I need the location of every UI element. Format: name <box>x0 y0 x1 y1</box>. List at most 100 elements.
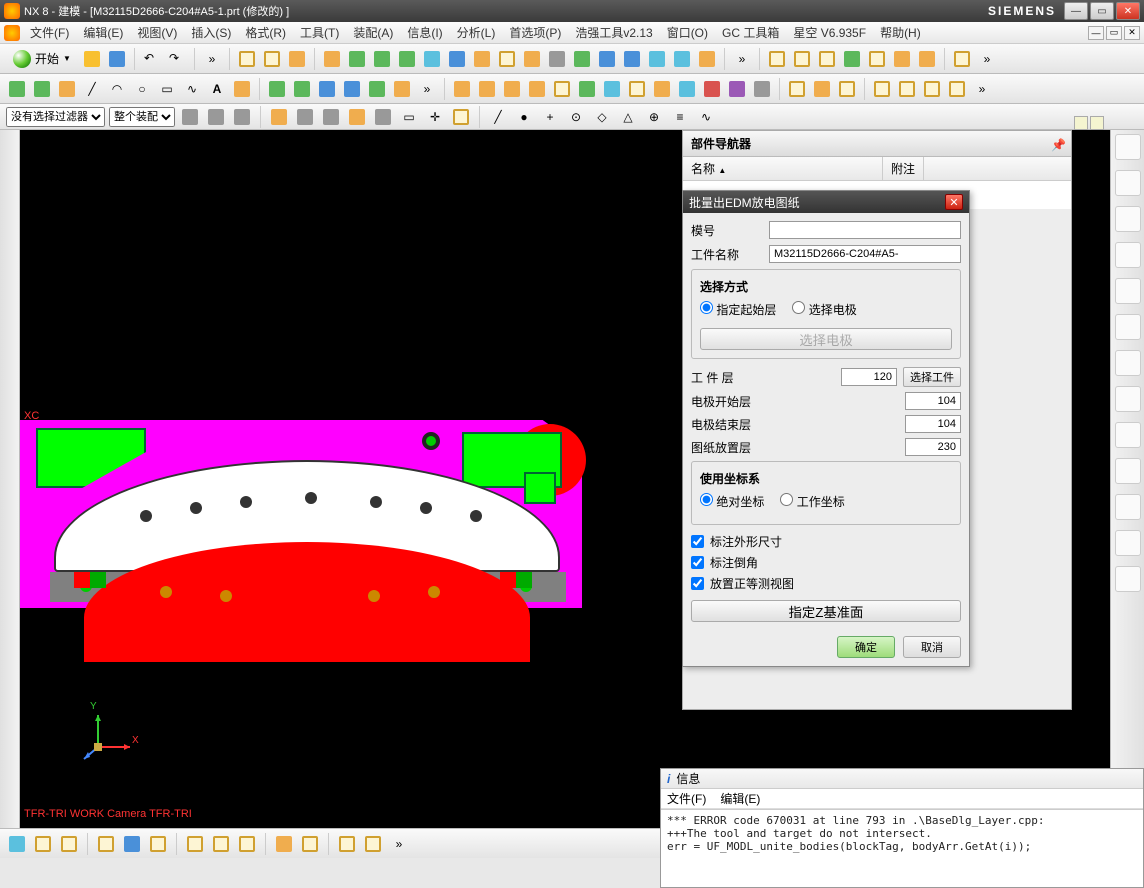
tool-b14[interactable] <box>646 48 668 70</box>
tool-a3[interactable] <box>286 48 308 70</box>
arc-button[interactable]: ◠ <box>106 78 128 100</box>
curve1-button[interactable] <box>266 78 288 100</box>
sel-tool-20[interactable]: ∿ <box>695 106 717 128</box>
rail-btn-10[interactable] <box>1115 458 1141 484</box>
resource-bar[interactable] <box>0 130 20 828</box>
menu-edit[interactable]: 编辑(E) <box>79 22 127 43</box>
model-no-input[interactable] <box>769 221 961 239</box>
sel-tool-6[interactable] <box>320 106 342 128</box>
tool-b6[interactable] <box>446 48 468 70</box>
solid2-button[interactable] <box>476 78 498 100</box>
bt-6[interactable] <box>147 833 169 855</box>
menu-file[interactable]: 文件(F) <box>26 22 73 43</box>
tool-b4[interactable] <box>396 48 418 70</box>
menu-format[interactable]: 格式(R) <box>241 22 290 43</box>
menu-insert[interactable]: 插入(S) <box>187 22 235 43</box>
tool-c6[interactable] <box>891 48 913 70</box>
sel-tool-18[interactable]: ⊕ <box>643 106 665 128</box>
sel-tool-3[interactable] <box>231 106 253 128</box>
sel-tool-15[interactable]: ⊙ <box>565 106 587 128</box>
solid1-button[interactable] <box>451 78 473 100</box>
radio-abs-coord[interactable]: 绝对坐标 <box>700 493 764 510</box>
feat2-button[interactable] <box>811 78 833 100</box>
sel-tool-2[interactable] <box>205 106 227 128</box>
mdi-restore-button[interactable]: ▭ <box>1106 26 1122 40</box>
tool-b10[interactable] <box>546 48 568 70</box>
bt-5[interactable] <box>121 833 143 855</box>
select-electrode-button[interactable]: 选择电极 <box>700 328 952 350</box>
bt-7[interactable] <box>184 833 206 855</box>
solid6-button[interactable] <box>576 78 598 100</box>
bt-8[interactable] <box>210 833 232 855</box>
curve2-button[interactable] <box>291 78 313 100</box>
redo-button[interactable]: ↷ <box>166 48 188 70</box>
tool-b13[interactable] <box>621 48 643 70</box>
rail-btn-9[interactable] <box>1115 422 1141 448</box>
specify-z-button[interactable]: 指定Z基准面 <box>691 600 961 622</box>
bt-12[interactable] <box>336 833 358 855</box>
col-name[interactable]: 名称 ▲ <box>683 157 883 180</box>
circle-button[interactable]: ○ <box>131 78 153 100</box>
solid3-button[interactable] <box>501 78 523 100</box>
info-menu-file[interactable]: 文件(F) <box>667 790 706 807</box>
dialog-close-button[interactable]: ✕ <box>945 194 963 210</box>
feat6-button[interactable] <box>921 78 943 100</box>
sketch-button[interactable] <box>6 78 28 100</box>
cancel-button[interactable]: 取消 <box>903 636 961 658</box>
bt-10[interactable] <box>273 833 295 855</box>
menu-gc[interactable]: GC 工具箱 <box>718 22 783 43</box>
sel-tool-12[interactable]: ╱ <box>487 106 509 128</box>
overflow-button[interactable]: » <box>731 48 753 70</box>
sel-tool-13[interactable]: ● <box>513 106 535 128</box>
text-button[interactable]: A <box>206 78 228 100</box>
menu-analysis[interactable]: 分析(L) <box>453 22 500 43</box>
feat7-button[interactable] <box>946 78 968 100</box>
filter-select[interactable]: 没有选择过滤器 <box>6 107 105 127</box>
bt-13[interactable] <box>362 833 384 855</box>
rail-btn-12[interactable] <box>1115 530 1141 556</box>
rail-btn-8[interactable] <box>1115 386 1141 412</box>
save-button[interactable] <box>106 48 128 70</box>
drawing-layer-input[interactable] <box>905 438 961 456</box>
curve6-button[interactable] <box>391 78 413 100</box>
sel-tool-17[interactable]: △ <box>617 106 639 128</box>
solid8-button[interactable] <box>626 78 648 100</box>
solid12-button[interactable] <box>726 78 748 100</box>
sel-tool-16[interactable]: ◇ <box>591 106 613 128</box>
rail-btn-5[interactable] <box>1115 278 1141 304</box>
bt-1[interactable] <box>6 833 28 855</box>
corner-mark[interactable] <box>1074 116 1088 130</box>
solid9-button[interactable] <box>651 78 673 100</box>
overflow-button[interactable]: » <box>976 48 998 70</box>
col-note[interactable]: 附注 <box>883 157 924 180</box>
sel-tool-5[interactable] <box>294 106 316 128</box>
tool-b15[interactable] <box>671 48 693 70</box>
rail-btn-11[interactable] <box>1115 494 1141 520</box>
graphics-viewport[interactable]: XC <box>20 130 680 828</box>
menu-prefs[interactable]: 首选项(P) <box>505 22 565 43</box>
tool-c4[interactable] <box>841 48 863 70</box>
radio-select-electrode[interactable]: 选择电极 <box>792 301 856 318</box>
chk-outline[interactable] <box>691 535 704 548</box>
line-button[interactable]: ╱ <box>81 78 103 100</box>
bt-4[interactable] <box>95 833 117 855</box>
radio-start-layer[interactable]: 指定起始层 <box>700 301 776 318</box>
sel-tool-9[interactable]: ▭ <box>398 106 420 128</box>
tool-a2[interactable] <box>261 48 283 70</box>
ok-button[interactable]: 确定 <box>837 636 895 658</box>
rail-btn-2[interactable] <box>1115 170 1141 196</box>
sel-tool-10[interactable]: ✛ <box>424 106 446 128</box>
feat4-button[interactable] <box>871 78 893 100</box>
sel-tool-1[interactable] <box>179 106 201 128</box>
tool-b11[interactable] <box>571 48 593 70</box>
tool-b5[interactable] <box>421 48 443 70</box>
heart-button[interactable] <box>231 78 253 100</box>
corner-mark[interactable] <box>1090 116 1104 130</box>
elec-start-input[interactable] <box>905 392 961 410</box>
feat5-button[interactable] <box>896 78 918 100</box>
rail-btn-7[interactable] <box>1115 350 1141 376</box>
tool-b1[interactable] <box>321 48 343 70</box>
minimize-button[interactable]: — <box>1064 2 1088 20</box>
info-menu-edit[interactable]: 编辑(E) <box>720 790 760 807</box>
curve5-button[interactable] <box>366 78 388 100</box>
